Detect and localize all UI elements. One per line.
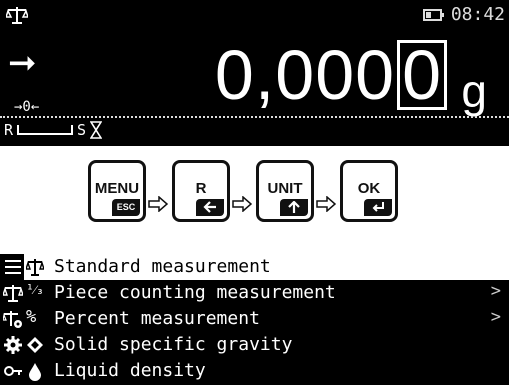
mode-menu: Standard measurement ¹⁄₃ Piece counting … <box>0 254 509 385</box>
range-bar <box>17 125 74 135</box>
sequence-arrow-icon <box>232 196 252 212</box>
r-key-label: R <box>195 180 207 197</box>
menu-item-label: Percent measurement <box>54 308 260 329</box>
diamond-icon <box>27 337 43 353</box>
ok-key[interactable]: OK <box>340 160 398 222</box>
stability-label: S <box>77 121 87 139</box>
enter-icon <box>364 199 392 216</box>
weight-readout: 0,000 0 <box>214 36 447 115</box>
left-arrow-icon <box>196 199 224 216</box>
menu-row: % Percent measurement > <box>0 306 509 332</box>
r-key[interactable]: R <box>172 160 230 222</box>
menu-item-piece-counting[interactable]: ¹⁄₃ Piece counting measurement > <box>24 280 509 306</box>
menu-row: ¹⁄₃ Piece counting measurement > <box>0 280 509 306</box>
menu-item-label: Piece counting measurement <box>54 282 336 303</box>
range-indicator: R S <box>4 121 103 139</box>
status-bar: 08:42 <box>422 4 505 25</box>
balance-display: 08:42 ➞ 0,000 0 g →0← R S <box>0 0 509 146</box>
scale-settings-icon <box>3 311 22 328</box>
menu-row: Standard measurement <box>0 254 509 280</box>
menu-item-percent-measurement[interactable]: % Percent measurement > <box>24 306 509 332</box>
range-label: R <box>4 121 14 139</box>
menu-row: Liquid density <box>0 358 509 384</box>
display-divider <box>0 116 509 118</box>
scale-icon <box>3 285 23 302</box>
list-icon <box>5 260 21 274</box>
weight-last-digit: 0 <box>397 40 447 111</box>
fraction-icon: ¹⁄₃ <box>26 283 44 298</box>
menu-item-liquid-density[interactable]: Liquid density <box>24 358 509 384</box>
hourglass-icon <box>90 121 103 139</box>
percent-icon: % <box>26 307 37 327</box>
sequence-arrow-icon <box>316 196 336 212</box>
key-sequence: MENU ESC R UNIT OK <box>0 160 509 232</box>
drop-icon <box>29 363 41 381</box>
right-arrow-icon: ➞ <box>8 43 37 83</box>
menu-row: Solid specific gravity <box>0 332 509 358</box>
battery-icon <box>422 8 444 21</box>
key-icon <box>4 366 22 376</box>
menu-item-solid-specific-gravity[interactable]: Solid specific gravity <box>24 332 509 358</box>
clock-time: 08:42 <box>450 4 505 25</box>
gear-icon <box>4 336 22 354</box>
weight-unit: g <box>461 65 487 117</box>
menu-item-label: Liquid density <box>54 360 206 381</box>
scale-icon <box>26 259 44 276</box>
zero-indicator: →0← <box>14 99 40 115</box>
ok-key-label: OK <box>357 180 381 197</box>
up-arrow-icon <box>280 199 308 216</box>
sequence-arrow-icon <box>148 196 168 212</box>
chevron-right-icon: > <box>490 281 501 301</box>
weight-value: 0,000 <box>214 36 396 115</box>
menu-item-label: Standard measurement <box>54 256 271 277</box>
esc-label: ESC <box>112 199 140 216</box>
menu-key-label: MENU <box>94 180 140 197</box>
menu-item-standard-measurement[interactable]: Standard measurement <box>24 254 509 280</box>
unit-key-label: UNIT <box>267 180 303 197</box>
chevron-right-icon: > <box>490 307 501 327</box>
menu-key[interactable]: MENU ESC <box>88 160 146 222</box>
scale-icon <box>6 7 28 24</box>
unit-key[interactable]: UNIT <box>256 160 314 222</box>
menu-item-label: Solid specific gravity <box>54 334 293 355</box>
